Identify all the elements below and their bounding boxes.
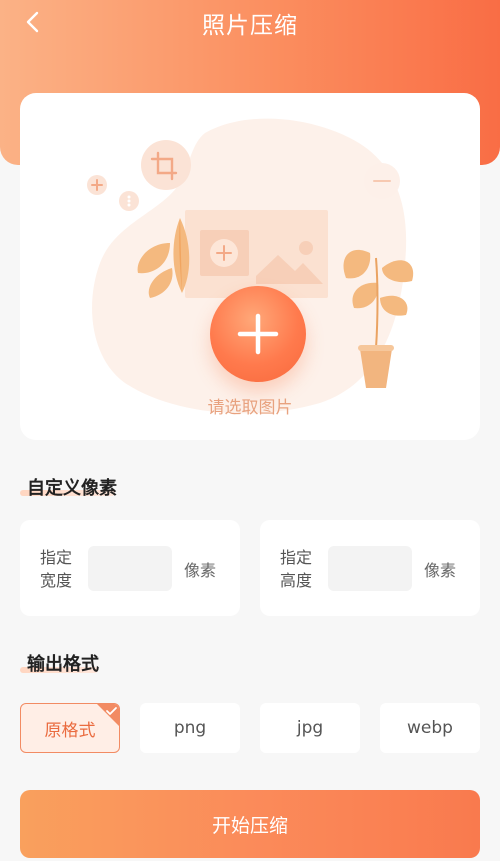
start-compress-button[interactable]: 开始压缩 [20, 790, 480, 858]
section-title-custom-pixels: 自定义像素 [27, 478, 117, 499]
width-label: 指定宽度 [40, 548, 73, 590]
format-option-label: webp [407, 718, 453, 738]
format-option-label: 原格式 [44, 720, 96, 741]
upload-label[interactable]: 请选取图片 [20, 393, 480, 418]
page-title: 照片压缩 [202, 13, 298, 39]
width-input[interactable] [88, 546, 172, 591]
format-option-webp[interactable]: webp [380, 703, 480, 753]
width-card: 指定宽度 像素 [20, 520, 240, 616]
height-unit: 像素 [424, 561, 457, 580]
format-option-original[interactable]: 原格式 [20, 703, 120, 753]
height-label: 指定高度 [280, 548, 313, 590]
width-unit: 像素 [184, 561, 217, 580]
height-card: 指定高度 像素 [260, 520, 480, 616]
height-input[interactable] [328, 546, 412, 591]
section-title-output-format: 输出格式 [27, 654, 99, 675]
add-image-button[interactable] [210, 286, 306, 382]
nav-bar: 照片压缩 [0, 0, 500, 46]
format-option-label: jpg [296, 718, 324, 738]
format-option-png[interactable]: png [140, 703, 240, 753]
image-picker-card[interactable]: 请选取图片 [20, 93, 480, 440]
check-icon [97, 704, 119, 726]
plus-icon [237, 313, 279, 355]
format-option-jpg[interactable]: jpg [260, 703, 360, 753]
format-option-label: png [173, 718, 207, 738]
image-placeholder-illustration [87, 118, 414, 414]
